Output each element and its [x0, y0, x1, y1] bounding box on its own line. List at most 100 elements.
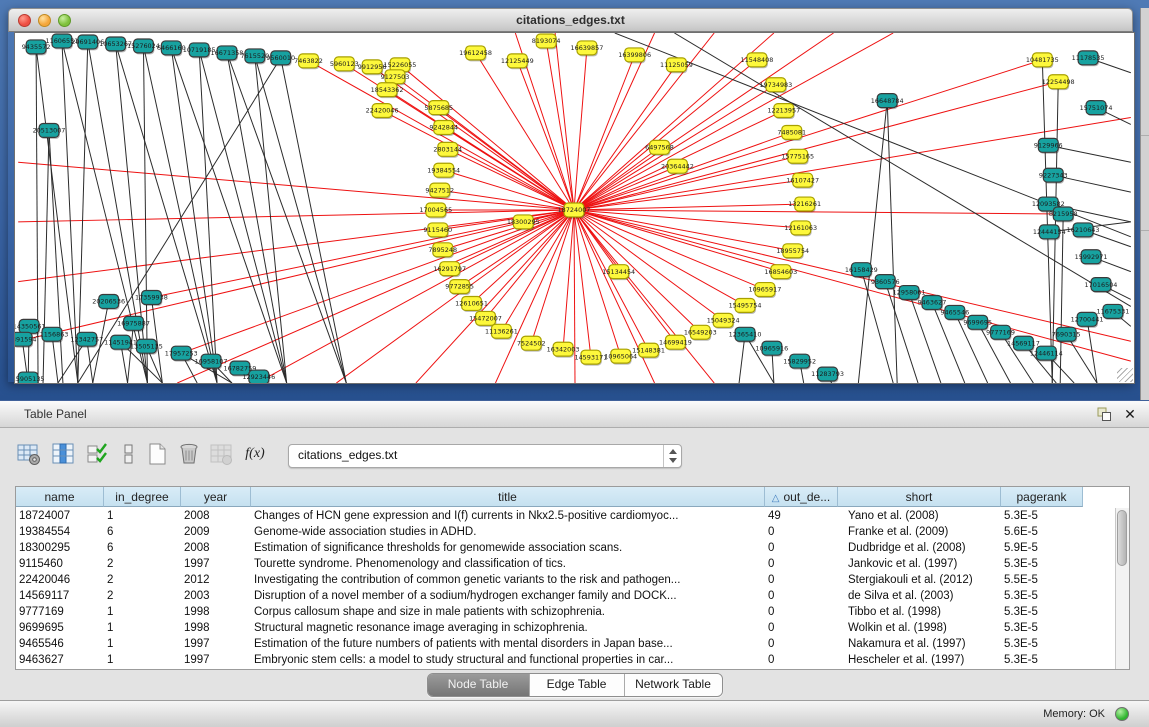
graph-node[interactable]: 5875685 — [424, 101, 453, 116]
tab-edge-table[interactable]: Edge Table — [530, 674, 625, 696]
graph-node[interactable]: 5960123 — [330, 57, 359, 72]
row-height-icon[interactable] — [116, 441, 142, 467]
graph-node[interactable]: 9391594 — [15, 332, 37, 347]
graph-node[interactable]: 15992971 — [1075, 250, 1108, 265]
scrollbar-thumb[interactable] — [1117, 510, 1127, 566]
graph-node[interactable]: 15829952 — [783, 354, 816, 369]
graph-node[interactable]: 16648784 — [871, 94, 904, 109]
graph-node[interactable]: 16975887 — [117, 316, 150, 331]
graph-node[interactable]: 7615520 — [240, 49, 269, 64]
graph-node[interactable]: 18955754 — [776, 244, 809, 259]
graph-node[interactable]: 8193074 — [532, 34, 561, 49]
graph-node[interactable]: 11136261 — [485, 324, 518, 339]
graph-node[interactable]: 10965064 — [604, 349, 637, 364]
graph-node[interactable]: 7895248 — [428, 243, 457, 258]
graph-node[interactable]: 15775165 — [781, 149, 814, 164]
graph-node[interactable]: 7524502 — [517, 336, 546, 351]
graph-node[interactable]: 19384554 — [427, 163, 460, 178]
column-header-name[interactable]: name — [16, 487, 104, 507]
table-settings-icon[interactable] — [16, 441, 42, 467]
graph-node[interactable]: 14593171 — [574, 350, 607, 365]
close-panel-icon[interactable]: ✕ — [1121, 405, 1139, 423]
table-row[interactable]: 969969511998Structural magnetic resonanc… — [16, 620, 1115, 636]
graph-node[interactable]: 12365410 — [729, 327, 762, 342]
table-row[interactable]: 1830029562008Estimation of significance … — [16, 540, 1115, 556]
graph-node[interactable]: 20513007 — [33, 123, 66, 138]
graph-node[interactable]: 11548408 — [741, 53, 774, 68]
graph-node[interactable]: 11125059 — [660, 58, 693, 73]
graph-node[interactable]: 12125449 — [501, 54, 534, 69]
table-row[interactable]: 977716911998Corpus callosum shape and si… — [16, 604, 1115, 620]
graph-node[interactable]: 9242844 — [429, 121, 458, 136]
graph-node[interactable]: 12446114 — [1030, 346, 1063, 361]
table-selector-dropdown[interactable]: citations_edges.txt — [288, 444, 682, 468]
tab-network-table[interactable]: Network Table — [625, 674, 722, 696]
column-header-short[interactable]: short — [838, 487, 1001, 507]
graph-node[interactable]: 12342757 — [70, 332, 103, 347]
graph-node[interactable]: 16671358 — [211, 46, 244, 61]
graph-node[interactable]: 11178535 — [1072, 51, 1105, 66]
graph-node[interactable]: 15276024 — [127, 39, 160, 54]
graph-node[interactable]: 9772855 — [445, 280, 474, 295]
graph-node[interactable]: 8215958 — [1049, 207, 1078, 222]
graph-node[interactable]: 7485081 — [777, 125, 806, 140]
function-builder-icon[interactable]: f(x) — [242, 441, 268, 467]
graph-node[interactable]: 11156863 — [36, 327, 69, 342]
table-row[interactable]: 1456911722003Disruption of a novel membe… — [16, 588, 1115, 604]
column-header-title[interactable]: title — [251, 487, 765, 507]
new-table-icon[interactable] — [144, 441, 170, 467]
graph-node[interactable]: 12213957 — [767, 104, 800, 119]
graph-node[interactable]: 7463822 — [294, 54, 323, 69]
graph-node[interactable]: 16107427 — [786, 173, 819, 188]
column-header-in_degree[interactable]: in_degree — [104, 487, 181, 507]
resize-grip[interactable] — [1117, 368, 1133, 382]
graph-node[interactable]: 10965917 — [748, 283, 781, 298]
graph-node[interactable]: 18543362 — [371, 83, 404, 98]
table-scrollbar[interactable] — [1115, 508, 1129, 669]
graph-node[interactable]: 16399806 — [618, 48, 651, 63]
graph-node[interactable]: 20206536 — [92, 295, 125, 310]
column-visibility-icon[interactable] — [50, 441, 76, 467]
tab-node-table[interactable]: Node Table — [428, 674, 530, 696]
graph-node[interactable]: 10965916 — [755, 341, 788, 356]
float-panel-icon[interactable] — [1095, 405, 1113, 423]
graph-node[interactable]: 15134454 — [602, 265, 635, 280]
table-row[interactable]: 1938455462009Genome-wide association stu… — [16, 524, 1115, 540]
graph-node[interactable]: 6497568 — [645, 140, 674, 155]
graph-node[interactable]: 19734983 — [759, 78, 792, 93]
column-header-out_degree[interactable]: △out_de... — [765, 487, 838, 507]
graph-node[interactable]: 19612458 — [459, 46, 492, 61]
graph-node[interactable]: 9227343 — [1039, 168, 1068, 183]
citation-network-graph[interactable]: 1872400794355721160655120691406106532671… — [15, 33, 1134, 383]
graph-node[interactable]: 11283793 — [811, 367, 844, 382]
table-row[interactable]: 911546021997Tourette syndrome. Phenomeno… — [16, 556, 1115, 572]
graph-node[interactable]: 13216261 — [788, 197, 821, 212]
graph-node[interactable]: 10481735 — [1026, 53, 1059, 68]
table-row[interactable]: 1872400712008Changes of HCN gene express… — [16, 508, 1115, 524]
graph-node[interactable]: 16158429 — [845, 263, 878, 278]
table-row[interactable]: 2242004622012Investigating the contribut… — [16, 572, 1115, 588]
network-window-titlebar[interactable]: citations_edges.txt — [8, 8, 1133, 32]
graph-node[interactable]: 15751074 — [1080, 101, 1113, 116]
graph-node[interactable]: 6466160 — [157, 41, 186, 56]
graph-node[interactable]: 15049324 — [707, 313, 740, 328]
graph-node[interactable]: 20364442 — [661, 159, 694, 174]
graph-node[interactable]: 16291797 — [433, 262, 466, 277]
graph-node[interactable]: 15495754 — [729, 298, 762, 313]
graph-node[interactable]: 17957253 — [165, 346, 198, 361]
graph-node[interactable]: 9427512 — [425, 183, 454, 198]
graph-node[interactable]: 12254498 — [1042, 75, 1075, 90]
table-row[interactable]: 946554611997Estimation of the future num… — [16, 636, 1115, 652]
graph-node[interactable]: 12444154 — [1033, 225, 1066, 240]
select-rows-icon[interactable] — [84, 441, 110, 467]
graph-node[interactable]: 12161063 — [784, 221, 817, 236]
column-header-year[interactable]: year — [181, 487, 251, 507]
table-row[interactable]: 946362711997Embryonic stem cells: a mode… — [16, 652, 1115, 668]
graph-node[interactable]: 16639857 — [570, 41, 603, 56]
graph-node[interactable]: 9560010 — [266, 51, 295, 66]
graph-node[interactable]: 9129966 — [1034, 138, 1063, 153]
graph-node[interactable]: 2803144 — [433, 142, 462, 157]
column-header-pagerank[interactable]: pagerank — [1001, 487, 1083, 507]
graph-node[interactable]: 9115460 — [423, 223, 452, 238]
graph-node[interactable]: 17004565 — [419, 203, 452, 218]
